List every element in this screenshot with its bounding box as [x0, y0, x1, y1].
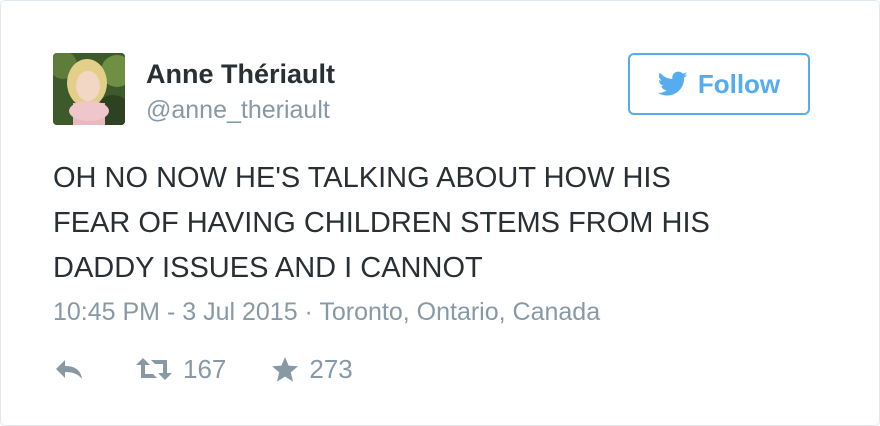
- tweet-timestamp[interactable]: 10:45 PM - 3 Jul 2015: [53, 298, 298, 326]
- tweet-text-line: DADDY ISSUES AND I CANNOT: [53, 252, 483, 284]
- tweet-card: Anne Thériault @anne_theriault Follow OH…: [0, 0, 880, 426]
- star-icon: [272, 356, 299, 382]
- avatar-image: [53, 53, 125, 125]
- avatar[interactable]: [53, 53, 125, 125]
- tweet-text-line: FEAR OF HAVING CHILDREN STEMS FROM HIS: [53, 207, 710, 239]
- tweet-location[interactable]: Toronto, Ontario, Canada: [319, 298, 600, 326]
- author-handle[interactable]: @anne_theriault: [146, 96, 330, 125]
- meta-separator: ·: [304, 298, 313, 326]
- reply-button[interactable]: [53, 357, 85, 381]
- retweet-button[interactable]: 167: [135, 354, 226, 385]
- retweet-icon: [136, 358, 172, 380]
- follow-button[interactable]: Follow: [628, 53, 810, 115]
- favorite-count: 273: [309, 353, 353, 384]
- retweet-count: 167: [183, 353, 227, 384]
- tweet-meta: 10:45 PM - 3 Jul 2015 · Toronto, Ontario…: [53, 298, 600, 327]
- follow-label: Follow: [697, 68, 781, 99]
- reply-icon: [56, 360, 82, 379]
- tweet-text: OH NO NOW HE'S TALKING ABOUT HOW HIS FEA…: [53, 156, 853, 291]
- favorite-button[interactable]: 273: [271, 353, 353, 385]
- twitter-bird-icon: [657, 71, 688, 96]
- author-display-name[interactable]: Anne Thériault: [146, 59, 335, 90]
- tweet-text-line: OH NO NOW HE'S TALKING ABOUT HOW HIS: [53, 162, 671, 194]
- tweet-actions: 167 273: [53, 351, 353, 387]
